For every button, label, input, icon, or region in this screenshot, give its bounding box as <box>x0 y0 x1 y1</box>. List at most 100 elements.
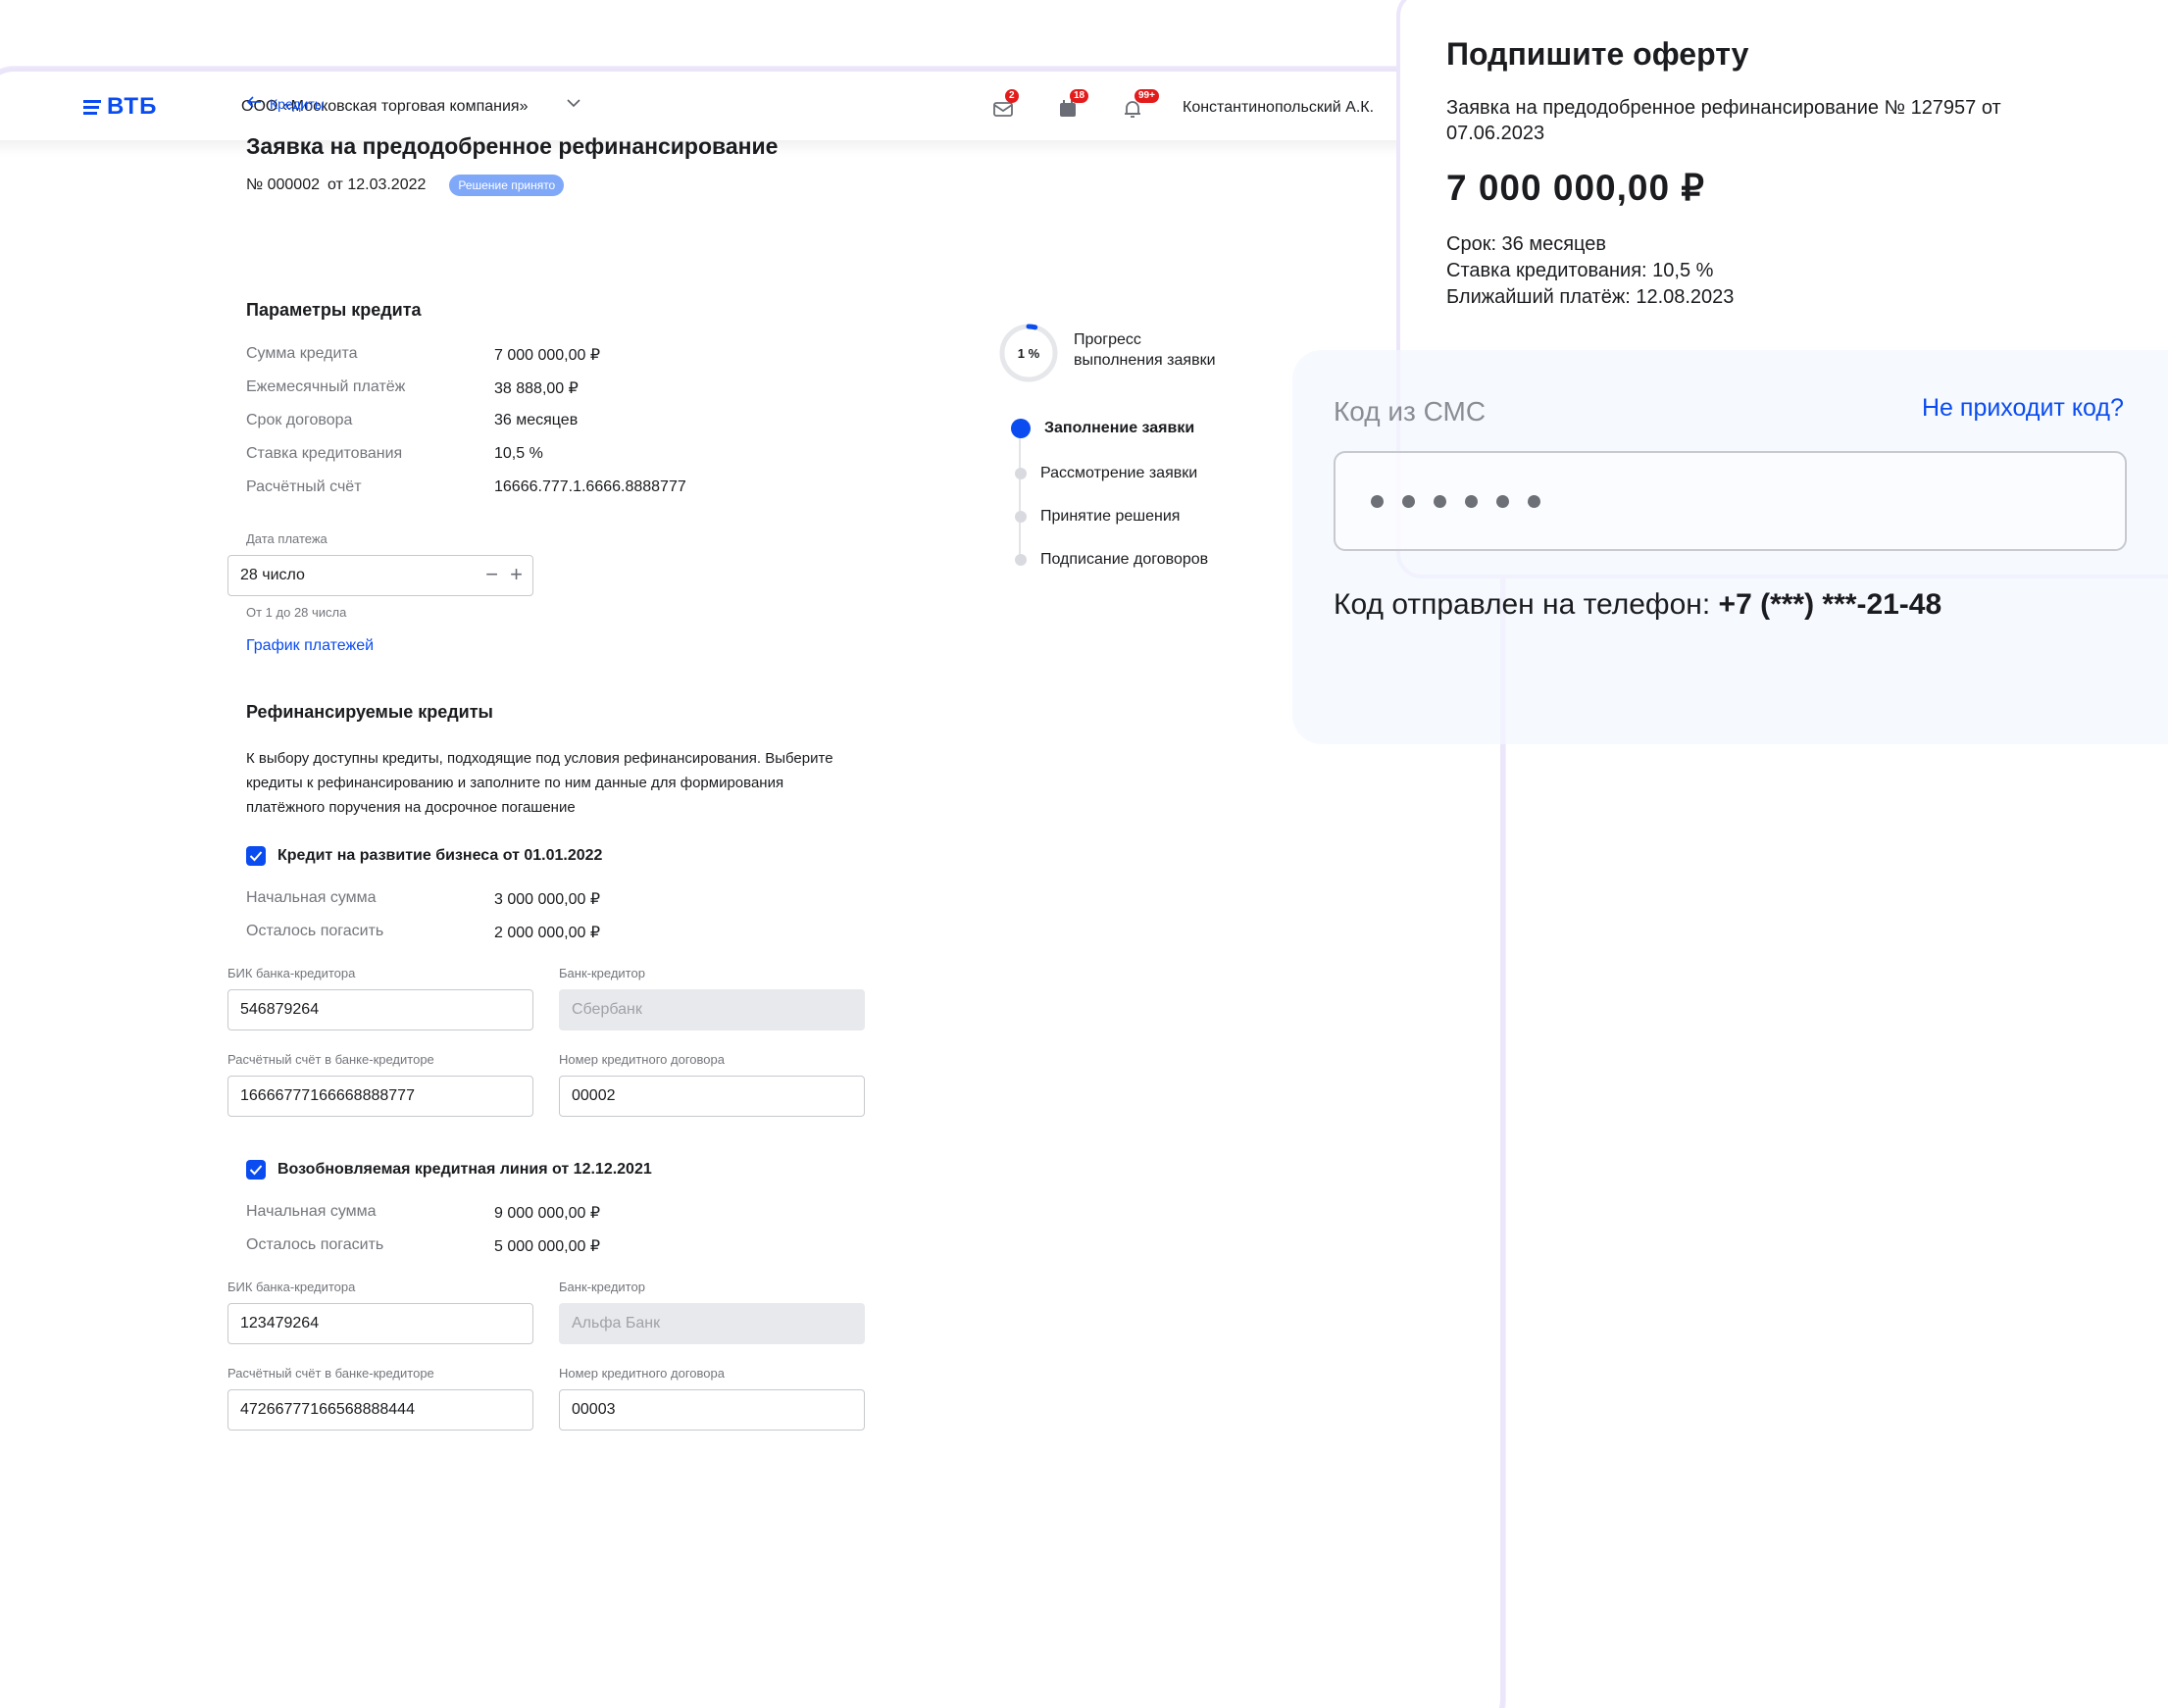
masked-digit-dot <box>1371 494 1384 508</box>
user-name[interactable]: Константинопольский А.К. <box>1183 99 1374 117</box>
offer-next-payment: Ближайший платёж: 12.08.2023 <box>1446 286 1735 308</box>
steps-connector <box>1019 431 1021 563</box>
masked-digit-dot <box>1465 494 1478 508</box>
masked-digit-dot <box>1434 494 1446 508</box>
account-field[interactable]: 47266777166568888444 <box>227 1389 533 1431</box>
param-value: 16666.777.1.6666.8888777 <box>494 478 686 495</box>
initial-amount-value: 3 000 000,00 ₽ <box>494 891 601 908</box>
resend-code-link[interactable]: Не приходит код? <box>1922 394 2124 423</box>
bik-field[interactable]: 546879264 <box>227 989 533 1030</box>
credit-checkbox-row[interactable]: Возобновляемая кредитная линия от 12.12.… <box>246 1160 652 1180</box>
step-dot-active <box>1011 419 1031 438</box>
step-item: Рассмотрение заявки <box>1011 465 1197 482</box>
stage: ВТБ ООО «Московская торговая компания» 2… <box>0 0 2168 1708</box>
main-window: ВТБ ООО «Московская торговая компания» 2… <box>0 67 1505 1708</box>
bik-value: 546879264 <box>240 1001 320 1018</box>
offer-term: Срок: 36 месяцев <box>1446 233 1607 255</box>
bank-caption: Банк-кредитор <box>559 966 645 980</box>
bell-icon[interactable]: 99+ <box>1121 89 1159 121</box>
status-badge: Решение принято <box>449 175 565 196</box>
progress-percent: 1 % <box>1017 345 1040 361</box>
offer-amount: 7 000 000,00 ₽ <box>1446 168 1705 208</box>
contract-caption: Номер кредитного договора <box>559 1366 725 1381</box>
contract-field[interactable]: 00003 <box>559 1389 865 1431</box>
contract-field[interactable]: 00002 <box>559 1076 865 1117</box>
payment-date-stepper[interactable]: 28 число − + <box>227 555 533 596</box>
contract-value: 00003 <box>572 1401 616 1418</box>
masked-digit-dot <box>1402 494 1415 508</box>
initial-amount-label: Начальная сумма <box>246 1203 377 1220</box>
credit-params-title: Параметры кредита <box>246 300 422 320</box>
param-label: Ежемесячный платёж <box>246 378 406 395</box>
step-label: Заполнение заявки <box>1044 420 1195 436</box>
bank-value: Сбербанк <box>572 1001 642 1018</box>
payment-date-value: 28 число <box>240 567 305 583</box>
param-value: 38 888,00 ₽ <box>494 380 579 397</box>
param-value: 7 000 000,00 ₽ <box>494 347 601 364</box>
credit-checkbox-row[interactable]: Кредит на развитие бизнеса от 01.01.2022 <box>246 846 602 866</box>
logo-icon <box>83 99 101 115</box>
offer-title: Подпишите оферту <box>1446 36 1749 72</box>
account-field[interactable]: 16666777166668888777 <box>227 1076 533 1117</box>
bik-caption: БИК банка-кредитора <box>227 1280 356 1294</box>
calendar-badge: 18 <box>1070 89 1089 103</box>
sms-sent-text: Код отправлен на телефон: +7 (***) ***-2… <box>1334 588 1941 622</box>
checkbox-checked[interactable] <box>246 846 266 866</box>
logo-text: ВТБ <box>107 93 158 120</box>
offer-terms: Срок: 36 месяцев Ставка кредитования: 10… <box>1446 231 1734 311</box>
param-value: 10,5 % <box>494 445 543 462</box>
application-date: от 12.03.2022 <box>328 176 427 193</box>
payment-schedule-link[interactable]: График платежей <box>246 637 374 655</box>
account-value: 47266777166568888444 <box>240 1401 415 1418</box>
top-bar: ВТБ ООО «Московская торговая компания» 2… <box>0 72 1500 140</box>
contract-value: 00002 <box>572 1087 616 1104</box>
masked-digit-dot <box>1496 494 1509 508</box>
param-value: 36 месяцев <box>494 412 579 428</box>
payment-date-hint: От 1 до 28 числа <box>246 605 347 620</box>
plus-icon[interactable]: + <box>510 564 523 585</box>
remaining-value: 5 000 000,00 ₽ <box>494 1238 601 1255</box>
param-label: Срок договора <box>246 412 353 428</box>
bank-caption: Банк-кредитор <box>559 1280 645 1294</box>
credit-title: Кредит на развитие бизнеса от 01.01.2022 <box>277 847 603 864</box>
bik-field[interactable]: 123479264 <box>227 1303 533 1344</box>
bank-value: Альфа Банк <box>572 1315 661 1331</box>
top-icons: 2 18 99+ <box>991 89 1159 121</box>
page-title: Заявка на предодобренное рефинансировани… <box>246 133 779 159</box>
offer-rate: Ставка кредитования: 10,5 % <box>1446 260 1714 281</box>
param-label: Ставка кредитования <box>246 445 403 462</box>
step-item: Принятие решения <box>1011 508 1180 526</box>
breadcrumb-label: Кредиты <box>270 95 325 112</box>
remaining-label: Осталось погасить <box>246 923 384 939</box>
refinanced-description: К выбору доступны кредиты, подходящие по… <box>246 750 833 816</box>
account-caption: Расчётный счёт в банке-кредиторе <box>227 1052 434 1067</box>
vtb-logo[interactable]: ВТБ <box>83 93 157 121</box>
offer-description: Заявка на предодобренное рефинансировани… <box>1446 97 2001 144</box>
masked-digit-dot <box>1528 494 1540 508</box>
sms-sent-prefix: Код отправлен на телефон: <box>1334 588 1711 621</box>
sms-code-input[interactable] <box>1334 451 2127 551</box>
step-dot <box>1015 511 1027 523</box>
account-caption: Расчётный счёт в банке-кредиторе <box>227 1366 434 1381</box>
bell-badge: 99+ <box>1134 89 1159 103</box>
step-label: Принятие решения <box>1040 508 1181 525</box>
chevron-down-icon[interactable] <box>564 93 587 117</box>
checkbox-checked[interactable] <box>246 1160 266 1180</box>
progress-ring: 1 % <box>998 323 1059 383</box>
refinanced-title: Рефинансируемые кредиты <box>246 702 493 722</box>
remaining-value: 2 000 000,00 ₽ <box>494 925 601 941</box>
contract-caption: Номер кредитного договора <box>559 1052 725 1067</box>
progress-label: Прогресс выполнения заявки <box>1074 329 1216 371</box>
bik-caption: БИК банка-кредитора <box>227 966 356 980</box>
step-label: Подписание договоров <box>1040 551 1209 568</box>
initial-amount-value: 9 000 000,00 ₽ <box>494 1205 601 1222</box>
step-label: Рассмотрение заявки <box>1040 465 1198 481</box>
calendar-icon[interactable]: 18 <box>1056 89 1089 121</box>
credit-title: Возобновляемая кредитная линия от 12.12.… <box>277 1161 652 1178</box>
mail-icon[interactable]: 2 <box>991 89 1019 121</box>
application-number: № 000002 <box>246 176 320 193</box>
arrow-left-icon <box>246 95 262 112</box>
minus-icon[interactable]: − <box>485 564 498 585</box>
breadcrumb-back-link[interactable]: Кредиты <box>246 95 325 112</box>
param-label: Сумма кредита <box>246 345 358 362</box>
